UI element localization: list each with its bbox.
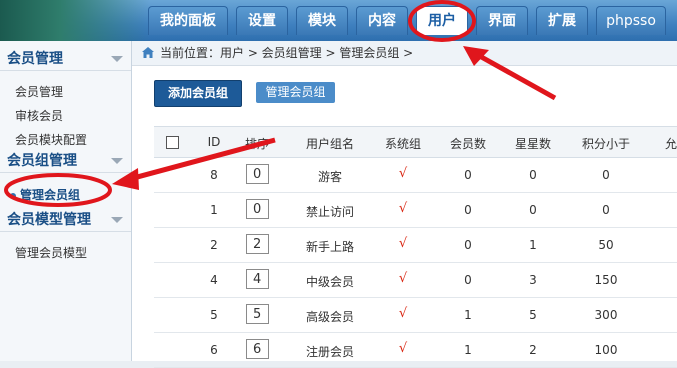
- order-input[interactable]: 2: [246, 234, 269, 254]
- sidebar-item-member-management[interactable]: 会员管理: [15, 83, 63, 100]
- cell-stars: 3: [529, 273, 537, 287]
- cell-stars: 5: [529, 308, 537, 322]
- order-input[interactable]: 0: [246, 199, 269, 219]
- sidebar-section-title: 会员模型管理: [7, 212, 91, 228]
- cell-points-below: 300: [594, 308, 618, 322]
- cell-points-below: 50: [598, 238, 614, 252]
- tab-phpsso[interactable]: phpsso: [596, 6, 666, 35]
- chevron-down-icon[interactable]: [111, 217, 123, 223]
- table-row: 8 游客 0 0 0 0 √: [154, 157, 677, 193]
- sidebar-item-review-members[interactable]: 审核会员: [15, 107, 63, 124]
- sidebar-section-member-models[interactable]: 会员模型管理: [0, 208, 131, 232]
- tab-interface[interactable]: 界面: [476, 6, 528, 35]
- sidebar-section-title: 会员管理: [7, 51, 63, 67]
- cell-id: 6: [210, 343, 218, 357]
- system-group-check-icon: √: [398, 306, 408, 321]
- order-input[interactable]: 5: [246, 304, 269, 324]
- chevron-down-icon[interactable]: [111, 158, 123, 164]
- cell-stars: 0: [529, 168, 537, 182]
- select-all-checkbox[interactable]: [166, 136, 179, 149]
- column-header-order[interactable]: 排序: [245, 135, 269, 152]
- sidebar-item-member-module-config[interactable]: 会员模块配置: [15, 131, 87, 148]
- tab-my-panel[interactable]: 我的面板: [148, 6, 228, 35]
- add-member-group-button[interactable]: 添加会员组: [154, 80, 242, 107]
- cell-group-name: 新手上路: [305, 240, 355, 254]
- cell-id: 1: [210, 203, 218, 217]
- table-row: 6 注册会员 1 2 100 6 √: [154, 332, 677, 368]
- sidebar-item-label: 管理会员组: [20, 188, 81, 202]
- breadcrumb-text: 当前位置：用户 > 会员组管理 > 管理会员组 >: [160, 46, 414, 60]
- tab-users[interactable]: 用户: [416, 6, 468, 35]
- cell-member-count: 0: [464, 168, 472, 182]
- sidebar-item-manage-member-groups[interactable]: 管理会员组: [10, 186, 80, 203]
- order-input[interactable]: 4: [246, 269, 269, 289]
- cell-stars: 1: [529, 238, 537, 252]
- table-row: 2 新手上路 0 1 50 2 √: [154, 227, 677, 263]
- main-content: 当前位置：用户 > 会员组管理 > 管理会员组 > 添加会员组 管理会员组 ID…: [132, 41, 677, 368]
- cell-points-below: 0: [602, 168, 610, 182]
- system-group-check-icon: √: [398, 166, 408, 181]
- cell-group-name: 高级会员: [305, 310, 355, 324]
- column-header-system-group[interactable]: 系统组: [385, 135, 421, 152]
- cell-member-count: 0: [464, 273, 472, 287]
- bullet-icon: [10, 192, 16, 199]
- cell-member-count: 0: [464, 203, 472, 217]
- sidebar-item-manage-member-models[interactable]: 管理会员模型: [15, 244, 87, 261]
- cell-stars: 2: [529, 343, 537, 357]
- cell-group-name: 中级会员: [305, 275, 355, 289]
- tab-content[interactable]: 内容: [356, 6, 408, 35]
- cell-points-below: 100: [594, 343, 618, 357]
- column-header-stars[interactable]: 星星数: [515, 135, 551, 152]
- cell-points-below: 150: [594, 273, 618, 287]
- manage-member-group-button[interactable]: 管理会员组: [256, 82, 335, 103]
- cell-id: 2: [210, 238, 218, 252]
- column-header-group-name[interactable]: 用户组名: [306, 135, 354, 152]
- cell-group-name: 禁止访问: [305, 205, 355, 219]
- cell-points-below: 0: [602, 203, 610, 217]
- cell-id: 8: [210, 168, 218, 182]
- column-header-points-below[interactable]: 积分小于: [582, 135, 630, 152]
- table-row: 4 中级会员 0 3 150 4 √: [154, 262, 677, 298]
- table-row: 1 禁止访问 0 0 0 0 √: [154, 192, 677, 228]
- brand-logo: [0, 0, 150, 41]
- system-group-check-icon: √: [398, 341, 408, 356]
- tab-settings[interactable]: 设置: [236, 6, 288, 35]
- column-header-id[interactable]: ID: [208, 135, 221, 149]
- table-header: ID 排序 用户组名 系统组 会员数 星星数 积分小于 允: [154, 126, 677, 158]
- cell-group-name: 注册会员: [305, 345, 355, 359]
- cell-stars: 0: [529, 203, 537, 217]
- home-icon: [142, 47, 154, 58]
- column-header-member-count[interactable]: 会员数: [450, 135, 486, 152]
- cell-id: 4: [210, 273, 218, 287]
- table-row: 5 高级会员 1 5 300 5 √: [154, 297, 677, 333]
- system-group-check-icon: √: [398, 236, 408, 251]
- cell-member-count: 1: [464, 308, 472, 322]
- chevron-down-icon[interactable]: [111, 56, 123, 62]
- cell-member-count: 1: [464, 343, 472, 357]
- breadcrumb: 当前位置：用户 > 会员组管理 > 管理会员组 >: [132, 41, 677, 66]
- system-group-check-icon: √: [398, 271, 408, 286]
- sidebar-section-member-management[interactable]: 会员管理: [0, 47, 131, 71]
- system-group-check-icon: √: [398, 201, 408, 216]
- cell-member-count: 0: [464, 238, 472, 252]
- sidebar-section-title: 会员组管理: [7, 153, 77, 169]
- column-header-allow[interactable]: 允: [665, 135, 677, 152]
- sidebar: 会员管理 会员管理 审核会员 会员模块配置 会员组管理 管理会员组 会员模型管理…: [0, 41, 132, 361]
- order-input[interactable]: 0: [246, 164, 269, 184]
- order-input[interactable]: 6: [246, 339, 269, 359]
- tab-extensions[interactable]: 扩展: [536, 6, 588, 35]
- cell-id: 5: [210, 308, 218, 322]
- cell-group-name: 游客: [317, 170, 343, 184]
- top-nav-bar: 我的面板 设置 模块 内容 用户 界面 扩展 phpsso: [0, 0, 677, 41]
- tab-modules[interactable]: 模块: [296, 6, 348, 35]
- sidebar-section-member-groups[interactable]: 会员组管理: [0, 149, 131, 173]
